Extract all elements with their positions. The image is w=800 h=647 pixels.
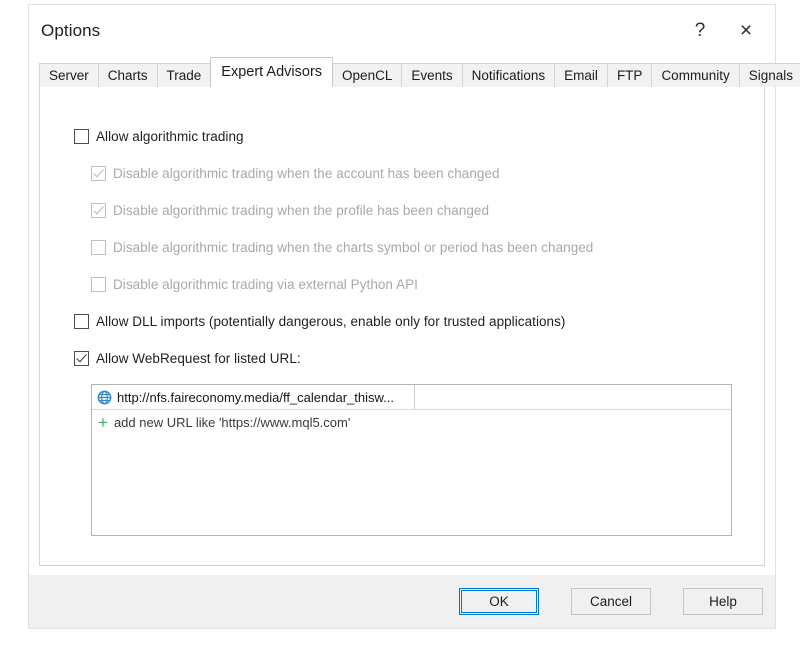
tab-server[interactable]: Server [39, 63, 99, 87]
cancel-button[interactable]: Cancel [571, 588, 651, 615]
url-text: http://nfs.faireconomy.media/ff_calendar… [117, 389, 394, 405]
tab-trade[interactable]: Trade [156, 63, 212, 87]
option-label: Disable algorithmic trading when the acc… [113, 165, 500, 181]
tab-expert-advisors[interactable]: Expert Advisors [210, 57, 334, 87]
help-icon[interactable]: ? [677, 11, 723, 51]
url-cell[interactable]: http://nfs.faireconomy.media/ff_calendar… [92, 385, 415, 409]
checkbox[interactable] [74, 313, 89, 329]
help-button[interactable]: Help [683, 588, 763, 615]
option-row[interactable]: Allow algorithmic trading [74, 125, 764, 147]
panel-content: Allow algorithmic trading Disable algorit… [40, 87, 764, 536]
tab-email[interactable]: Email [554, 63, 608, 87]
option-label: Disable algorithmic trading via external… [113, 276, 418, 292]
tab-opencl[interactable]: OpenCL [332, 63, 403, 87]
tab-ftp[interactable]: FTP [606, 63, 653, 87]
title-bar: Options ? × [29, 5, 775, 57]
option-row: Disable algorithmic trading when the cha… [91, 236, 764, 258]
tab-strip-container: Server Charts Trade Expert Advisors OpenCL Ev… [29, 57, 800, 87]
tab-panel-expert-advisors: Allow algorithmic trading Disable algorit… [39, 86, 765, 566]
option-label: Allow algorithmic trading [96, 128, 244, 144]
tab-events[interactable]: Events [401, 63, 463, 87]
options-dialog: Options ? × Server Charts Trade Expert Advi… [28, 4, 800, 629]
options-list: Allow algorithmic trading Disable algorit… [74, 125, 764, 369]
add-new-url-row[interactable]: + add new URL like 'https://www.mql5.com… [92, 410, 731, 435]
option-row[interactable]: Allow DLL imports (potentially dangerous… [74, 310, 764, 332]
add-new-url-label: add new URL like 'https://www.mql5.com' [113, 415, 351, 430]
close-icon[interactable]: × [723, 11, 769, 51]
option-row: Disable algorithmic trading when the pro… [91, 199, 764, 221]
url-list-item[interactable]: http://nfs.faireconomy.media/ff_calendar… [92, 385, 731, 410]
plus-icon: + [98, 413, 108, 432]
checkbox [91, 276, 106, 292]
title-bar-buttons: ? × [677, 5, 769, 57]
globe-icon [97, 390, 112, 404]
tab-notifications[interactable]: Notifications [461, 63, 556, 87]
option-row: Disable algorithmic trading when the acc… [91, 162, 764, 184]
checkbox[interactable] [74, 128, 89, 144]
checkbox[interactable] [74, 350, 89, 366]
option-label: Allow WebRequest for listed URL: [96, 350, 301, 366]
option-label: Disable algorithmic trading when the pro… [113, 202, 490, 218]
tab-signals[interactable]: Signals [738, 63, 800, 87]
tab-community[interactable]: Community [651, 63, 740, 87]
option-label: Disable algorithmic trading when the cha… [113, 239, 594, 255]
checkbox [91, 239, 106, 255]
checkbox [91, 165, 106, 181]
option-row[interactable]: Allow WebRequest for listed URL: [74, 347, 764, 369]
checkbox [91, 202, 106, 218]
ok-button[interactable]: OK [459, 588, 539, 615]
url-list-box[interactable]: http://nfs.faireconomy.media/ff_calendar… [91, 384, 732, 536]
tab-strip: Server Charts Trade Expert Advisors OpenCL Ev… [39, 57, 800, 87]
url-rows: http://nfs.faireconomy.media/ff_calendar… [92, 385, 731, 410]
dialog-footer: OK Cancel Help [29, 574, 775, 628]
tab-charts[interactable]: Charts [97, 63, 158, 87]
option-row: Disable algorithmic trading via external… [91, 273, 764, 295]
option-label: Allow DLL imports (potentially dangerous… [96, 313, 566, 329]
dialog-title: Options [41, 21, 101, 40]
